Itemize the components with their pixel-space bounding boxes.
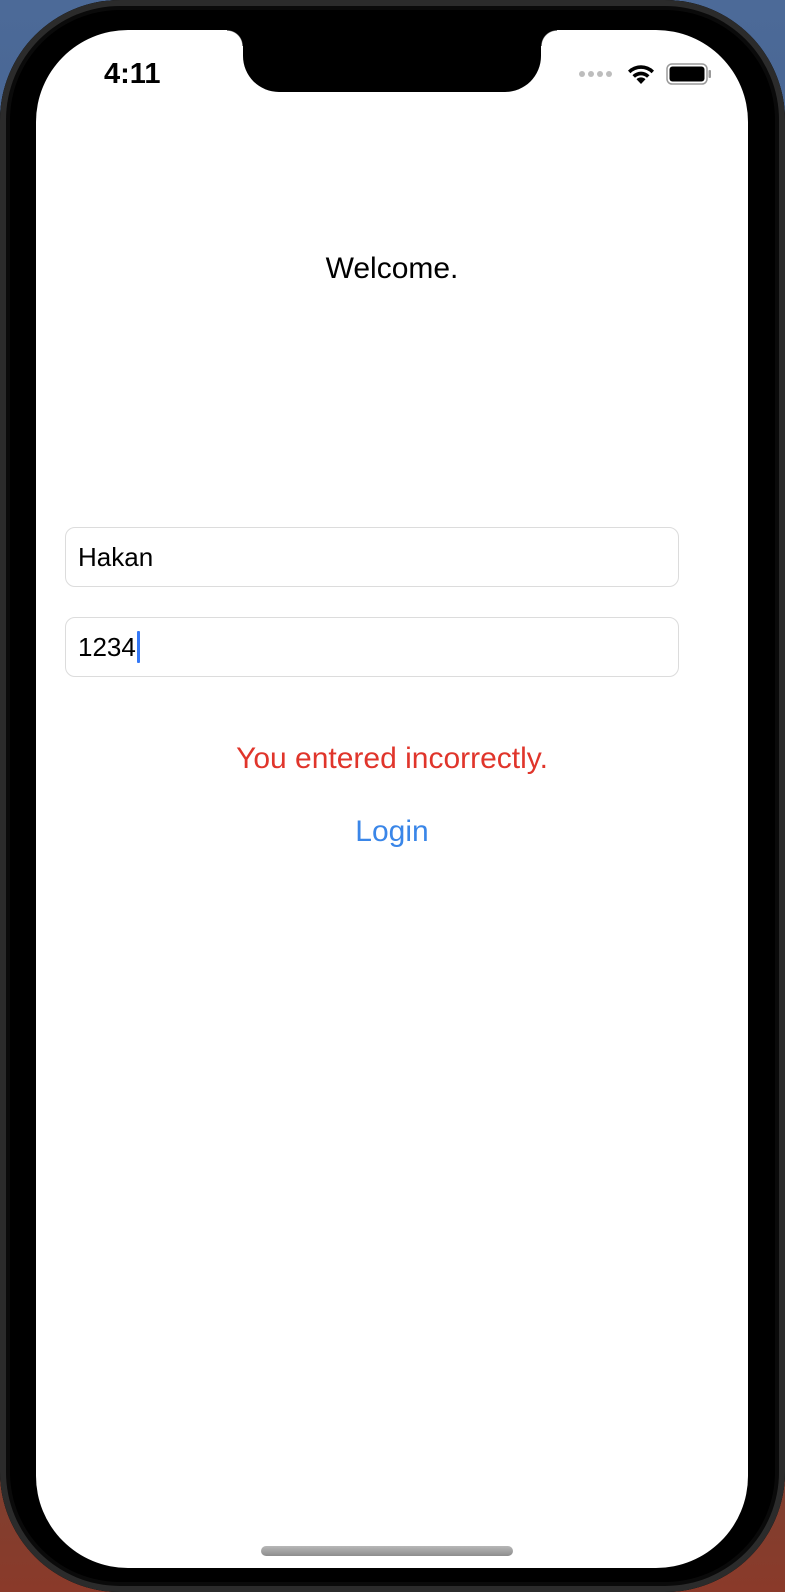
home-indicator[interactable] xyxy=(261,1546,513,1556)
battery-icon xyxy=(666,63,712,85)
welcome-title: Welcome. xyxy=(325,252,459,285)
status-time: 4:11 xyxy=(104,58,161,90)
password-value: 1234 xyxy=(78,631,136,662)
password-input[interactable]: 1234 xyxy=(78,631,666,663)
password-field[interactable]: 1234 xyxy=(65,617,679,677)
wifi-icon xyxy=(626,62,656,86)
notch xyxy=(227,30,557,92)
login-button[interactable]: Login xyxy=(292,810,492,854)
status-icons xyxy=(579,60,712,88)
username-input[interactable] xyxy=(78,541,666,573)
phone-screen: 4:11 Welcome. Hakan 1234 You entered inc… xyxy=(36,30,748,1568)
username-field[interactable] xyxy=(65,527,679,587)
text-caret xyxy=(136,631,140,663)
signal-dots-icon xyxy=(579,71,612,77)
error-message: You entered incorrectly. xyxy=(236,742,548,775)
phone-frame: 4:11 Welcome. Hakan 1234 You entered inc… xyxy=(0,0,785,1592)
